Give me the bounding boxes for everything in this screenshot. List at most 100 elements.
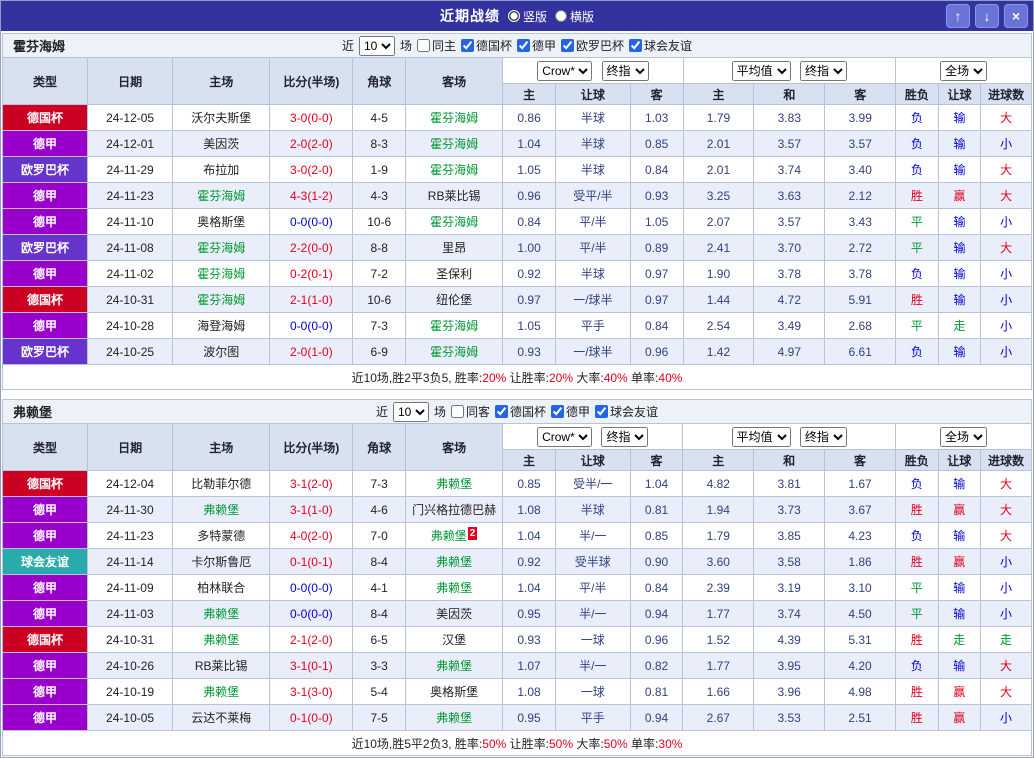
- home-team[interactable]: 弗赖堡: [172, 678, 271, 705]
- same-venue-checkbox-input[interactable]: [416, 39, 430, 52]
- home-team[interactable]: 霍芬海姆: [172, 286, 271, 313]
- home-team[interactable]: 波尔图: [172, 338, 271, 365]
- same-venue-checkbox-input[interactable]: [450, 405, 464, 418]
- column-header: 客: [824, 449, 896, 471]
- same-venue-checkbox[interactable]: 同主: [416, 37, 456, 54]
- home-team[interactable]: 奥格斯堡: [172, 208, 271, 235]
- move-up-button[interactable]: ↑: [946, 4, 970, 28]
- away-team[interactable]: 霍芬海姆: [405, 130, 504, 157]
- move-down-button[interactable]: ↓: [975, 4, 999, 28]
- away-team[interactable]: 霍芬海姆: [405, 104, 504, 131]
- handicap-value: 平/半: [554, 234, 631, 261]
- view-horizontal-radio[interactable]: 横版: [555, 8, 594, 25]
- view-vertical-radio-input[interactable]: [507, 10, 520, 22]
- home-team[interactable]: 比勒菲尔德: [172, 470, 271, 497]
- home-team[interactable]: 霍芬海姆: [172, 260, 271, 287]
- home-team[interactable]: 布拉加: [172, 156, 271, 183]
- league-checkbox[interactable]: 球会友谊: [629, 37, 692, 54]
- away-team[interactable]: 纽伦堡: [405, 286, 504, 313]
- bookmaker-select[interactable]: Crow*: [537, 60, 593, 81]
- match-date: 24-11-08: [87, 234, 174, 261]
- away-team[interactable]: 霍芬海姆: [405, 312, 504, 339]
- view-vertical-radio[interactable]: 竖版: [507, 8, 547, 25]
- league-checkbox[interactable]: 德国杯: [495, 403, 546, 420]
- league-checkbox-input[interactable]: [495, 405, 508, 418]
- away-team[interactable]: 弗赖堡: [404, 548, 504, 575]
- away-team[interactable]: 霍芬海姆: [405, 338, 504, 365]
- home-team[interactable]: 多特蒙德: [172, 522, 271, 549]
- europe-avg-select[interactable]: 平均值: [731, 426, 791, 447]
- away-team[interactable]: 弗赖堡: [404, 574, 504, 601]
- league-checkbox-input[interactable]: [595, 405, 609, 418]
- league-checkbox[interactable]: 德甲: [551, 403, 590, 420]
- home-team[interactable]: 弗赖堡: [172, 626, 271, 653]
- league-checkbox-input[interactable]: [460, 39, 474, 52]
- home-team[interactable]: 柏林联合: [172, 574, 271, 601]
- team-stats-table: 霍芬海姆 近 10 场 同主 德国杯 德甲 欧罗巴杯 球会友谊 类型 日期 主场…: [1, 33, 1032, 390]
- home-team[interactable]: 美因茨: [172, 130, 271, 157]
- europe-odds-filter-cell: 平均值 终指: [682, 57, 897, 84]
- away-team[interactable]: RB莱比锡: [405, 182, 504, 209]
- league-checkbox[interactable]: 欧罗巴杯: [561, 37, 624, 54]
- league-checkbox-input[interactable]: [517, 39, 530, 52]
- home-team[interactable]: 弗赖堡: [172, 496, 271, 523]
- summary-stat-label: 让胜率:: [506, 736, 549, 751]
- match-score: 2-0(2-0): [269, 130, 354, 157]
- type-badge: 德甲: [1, 574, 89, 601]
- league-checkbox-input[interactable]: [551, 405, 565, 418]
- result-value: 输: [937, 104, 982, 131]
- match-count-select[interactable]: 10: [392, 401, 429, 422]
- home-team[interactable]: 霍芬海姆: [172, 182, 271, 209]
- type-badge: 德国杯: [1, 626, 89, 653]
- away-team[interactable]: 弗赖堡: [404, 704, 504, 731]
- away-team[interactable]: 奥格斯堡: [404, 678, 504, 705]
- europe-time-select[interactable]: 终指: [800, 60, 847, 81]
- away-team[interactable]: 弗赖堡: [404, 652, 504, 679]
- match-count-select[interactable]: 10: [358, 35, 395, 56]
- result-value: 胜: [895, 496, 939, 523]
- corner-score: 7-3: [352, 470, 406, 497]
- home-team[interactable]: 卡尔斯鲁厄: [172, 548, 271, 575]
- home-team[interactable]: 霍芬海姆: [172, 234, 271, 261]
- home-team[interactable]: 海登海姆: [172, 312, 271, 339]
- away-team[interactable]: 里昂: [405, 234, 504, 261]
- column-header: 胜负: [895, 449, 939, 471]
- home-team[interactable]: RB莱比锡: [172, 652, 271, 679]
- view-horizontal-radio-input[interactable]: [555, 10, 567, 22]
- away-team[interactable]: 霍芬海姆: [405, 156, 504, 183]
- asian-time-select[interactable]: 终指: [601, 426, 649, 447]
- away-team[interactable]: 门兴格拉德巴赫: [404, 496, 504, 523]
- league-checkbox[interactable]: 德国杯: [460, 37, 512, 54]
- result-value: 赢: [937, 704, 982, 731]
- away-team[interactable]: 弗赖堡 2: [404, 522, 504, 549]
- away-team[interactable]: 汉堡: [404, 626, 504, 653]
- result-value: 走: [980, 626, 1032, 653]
- match-date: 24-11-30: [87, 496, 174, 523]
- europe-time-select[interactable]: 终指: [799, 426, 847, 447]
- home-team[interactable]: 沃尔夫斯堡: [172, 104, 271, 131]
- odds-value: 0.97: [629, 260, 684, 287]
- close-button[interactable]: ×: [1004, 4, 1028, 28]
- bookmaker-select[interactable]: Crow*: [537, 426, 593, 447]
- away-team[interactable]: 美因茨: [404, 600, 504, 627]
- scope-select[interactable]: 全场: [940, 426, 987, 447]
- league-checkbox[interactable]: 德甲: [517, 37, 556, 54]
- asian-time-select[interactable]: 终指: [601, 60, 649, 81]
- handicap-value: 半球: [554, 496, 631, 523]
- away-team[interactable]: 霍芬海姆: [405, 208, 504, 235]
- league-checkbox-input[interactable]: [629, 39, 643, 52]
- same-venue-checkbox[interactable]: 同客: [450, 403, 490, 420]
- odds-value: 2.07: [682, 208, 755, 235]
- table-row: 欧罗巴杯 24-11-08 霍芬海姆 2-2(0-0) 8-8 里昂 1.00 平/半 0.89…: [1, 234, 1032, 261]
- league-checkbox[interactable]: 球会友谊: [595, 403, 658, 420]
- away-team[interactable]: 弗赖堡: [404, 470, 504, 497]
- home-team[interactable]: 弗赖堡: [172, 600, 271, 627]
- scope-select[interactable]: 全场: [940, 60, 988, 81]
- league-checkbox-input[interactable]: [561, 39, 575, 52]
- europe-avg-select[interactable]: 平均值: [731, 60, 791, 81]
- handicap-value: 平/半: [554, 574, 631, 601]
- home-team[interactable]: 云达不莱梅: [172, 704, 271, 731]
- corner-score: 6-5: [352, 626, 406, 653]
- away-team[interactable]: 圣保利: [405, 260, 504, 287]
- column-header: 角球: [352, 57, 407, 105]
